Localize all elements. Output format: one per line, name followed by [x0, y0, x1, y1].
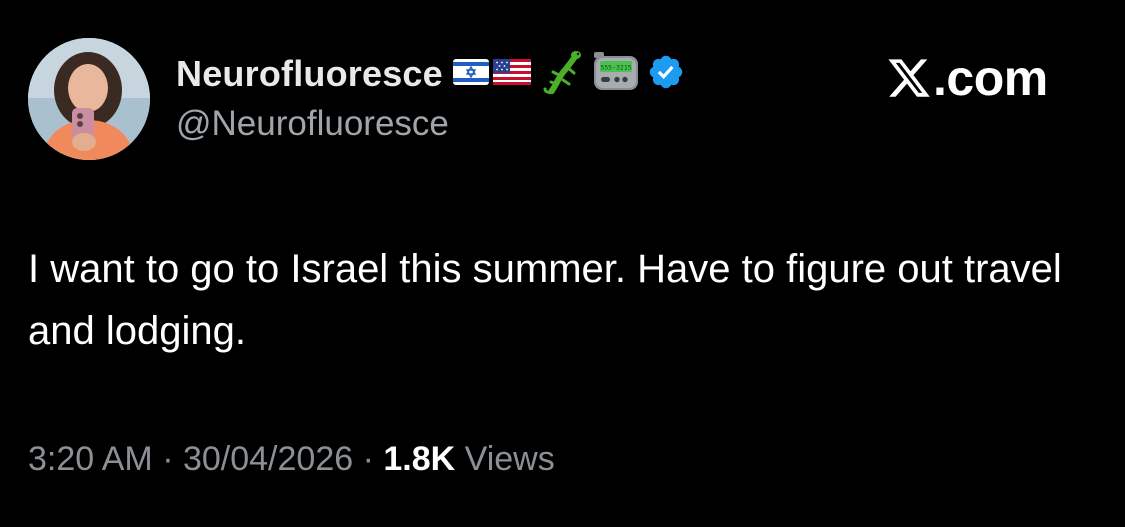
pager-emoji: 555-3215 — [593, 51, 639, 97]
x-logo-icon — [888, 59, 930, 97]
tweet-time[interactable]: 3:20 AM — [28, 440, 153, 478]
pager-display-text: 555-3215 — [600, 63, 631, 71]
tweet-text: I want to go to Israel this summer. Have… — [28, 247, 1062, 353]
views-label: Views — [455, 440, 555, 478]
tweet-card: Neurofluoresce 555-3215 @Neurofluoresce … — [0, 0, 1125, 527]
avatar-image — [28, 38, 150, 160]
tweet-meta: 3:20 AM · 30/04/2026 · 1.8K Views — [28, 440, 555, 479]
brand-domain-text: .com — [933, 50, 1048, 106]
author-name-row: Neurofluoresce 555-3215 — [176, 50, 685, 98]
views-count: 1.8K — [383, 440, 456, 478]
meta-separator: · — [152, 440, 183, 478]
israel-flag-emoji — [452, 58, 489, 90]
meta-separator: · — [353, 440, 384, 478]
x-brand: .com — [886, 49, 1048, 107]
lizard-emoji — [543, 50, 583, 99]
us-flag-emoji — [492, 58, 531, 90]
author-handle[interactable]: @Neurofluoresce — [176, 104, 449, 144]
avatar[interactable] — [28, 38, 150, 160]
author-display-name[interactable]: Neurofluoresce — [176, 53, 443, 95]
verified-badge-icon[interactable] — [647, 53, 685, 96]
tweet-date[interactable]: 30/04/2026 — [183, 440, 353, 478]
